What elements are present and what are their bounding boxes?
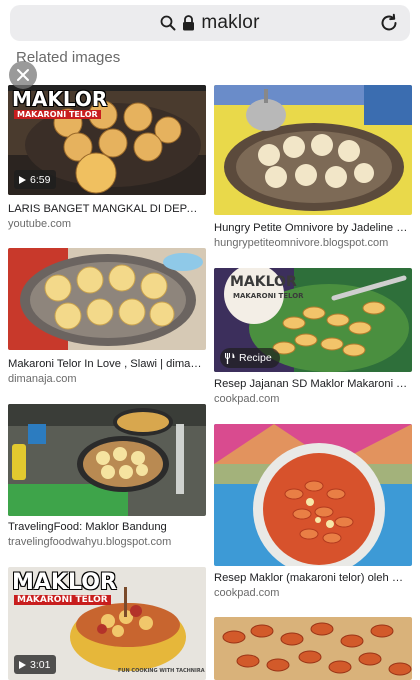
- video-duration-badge: 3:01: [14, 655, 57, 674]
- result-title[interactable]: Resep Maklor (makaroni telor) oleh Ni...: [214, 572, 408, 584]
- result-title[interactable]: Resep Jajanan SD Maklor Makaroni Te...: [214, 378, 408, 390]
- result-card[interactable]: Resep Maklor (makaroni telor) oleh Ni...…: [214, 424, 412, 604]
- result-thumbnail[interactable]: [214, 617, 412, 680]
- result-title[interactable]: Hungry Petite Omnivore by Jadeline Oz...: [214, 222, 408, 234]
- video-duration: 3:01: [30, 658, 51, 671]
- result-card[interactable]: Makaroni Telor In Love , Slawi | dimana.…: [8, 248, 206, 388]
- thumbnail-overlay-subtitle: MAKARONI TELOR: [14, 595, 111, 605]
- result-thumbnail[interactable]: MAKLOR MAKARONI TELOR 6:59: [8, 85, 206, 195]
- result-source: travelingfoodwahyu.blogspot.com: [8, 536, 172, 548]
- result-card[interactable]: [214, 617, 412, 680]
- recipe-badge: Recipe: [220, 348, 280, 368]
- result-thumbnail[interactable]: [8, 248, 206, 350]
- thumbnail-overlay-title: MAKLOR: [12, 570, 117, 595]
- result-thumbnail[interactable]: MAKLOR MAKARONI TELOR FUN COOKING WITH T…: [8, 567, 206, 680]
- thumbnail-overlay-subtitle: MAKARONI TELOR: [233, 292, 304, 300]
- recipe-badge-label: Recipe: [239, 352, 272, 364]
- result-card[interactable]: MAKLOR MAKARONI TELOR 6:59 LARIS BANGET …: [8, 85, 206, 235]
- result-card[interactable]: Hungry Petite Omnivore by Jadeline Oz...…: [214, 85, 412, 250]
- result-source: cookpad.com: [214, 587, 280, 599]
- result-title[interactable]: TravelingFood: Maklor Bandung: [8, 521, 202, 533]
- url-field[interactable]: maklor: [10, 5, 410, 41]
- result-title[interactable]: LARIS BANGET MANGKAL DI DEPAN S...: [8, 203, 202, 215]
- result-card[interactable]: MAKLOR MAKARONI TELOR Recipe Resep Jajan…: [214, 268, 412, 408]
- thumbnail-overlay-subtitle: MAKARONI TELOR: [14, 110, 101, 119]
- result-thumbnail[interactable]: [214, 424, 412, 566]
- browser-address-bar: maklor: [0, 0, 420, 48]
- video-duration-badge: 6:59: [14, 170, 57, 189]
- result-card[interactable]: TravelingFood: Maklor Bandung travelingf…: [8, 404, 206, 554]
- result-source: hungrypetiteomnivore.blogspot.com: [214, 237, 389, 249]
- reload-icon[interactable]: [378, 12, 400, 34]
- recipe-utensils-icon: [225, 352, 235, 364]
- result-title[interactable]: Makaroni Telor In Love , Slawi | dimana.…: [8, 358, 202, 370]
- search-icon: [160, 15, 176, 31]
- result-thumbnail[interactable]: [8, 404, 206, 516]
- play-icon: [19, 660, 26, 669]
- result-thumbnail[interactable]: [214, 85, 412, 215]
- lock-icon: [183, 15, 195, 31]
- result-source: dimanaja.com: [8, 373, 77, 385]
- video-duration: 6:59: [30, 173, 51, 186]
- url-text: maklor: [201, 12, 260, 33]
- result-source: cookpad.com: [214, 393, 280, 405]
- thumbnail-overlay-title: MAKLOR: [12, 87, 108, 111]
- result-card[interactable]: MAKLOR MAKARONI TELOR FUN COOKING WITH T…: [8, 567, 206, 680]
- result-thumbnail[interactable]: MAKLOR MAKARONI TELOR Recipe: [214, 268, 412, 372]
- play-icon: [19, 175, 26, 184]
- close-button[interactable]: [9, 61, 37, 89]
- result-source: youtube.com: [8, 218, 71, 230]
- thumbnail-watermark: FUN COOKING WITH TACHNIRA: [118, 668, 205, 674]
- thumbnail-overlay-title: MAKLOR: [230, 274, 297, 290]
- close-icon: [17, 69, 29, 81]
